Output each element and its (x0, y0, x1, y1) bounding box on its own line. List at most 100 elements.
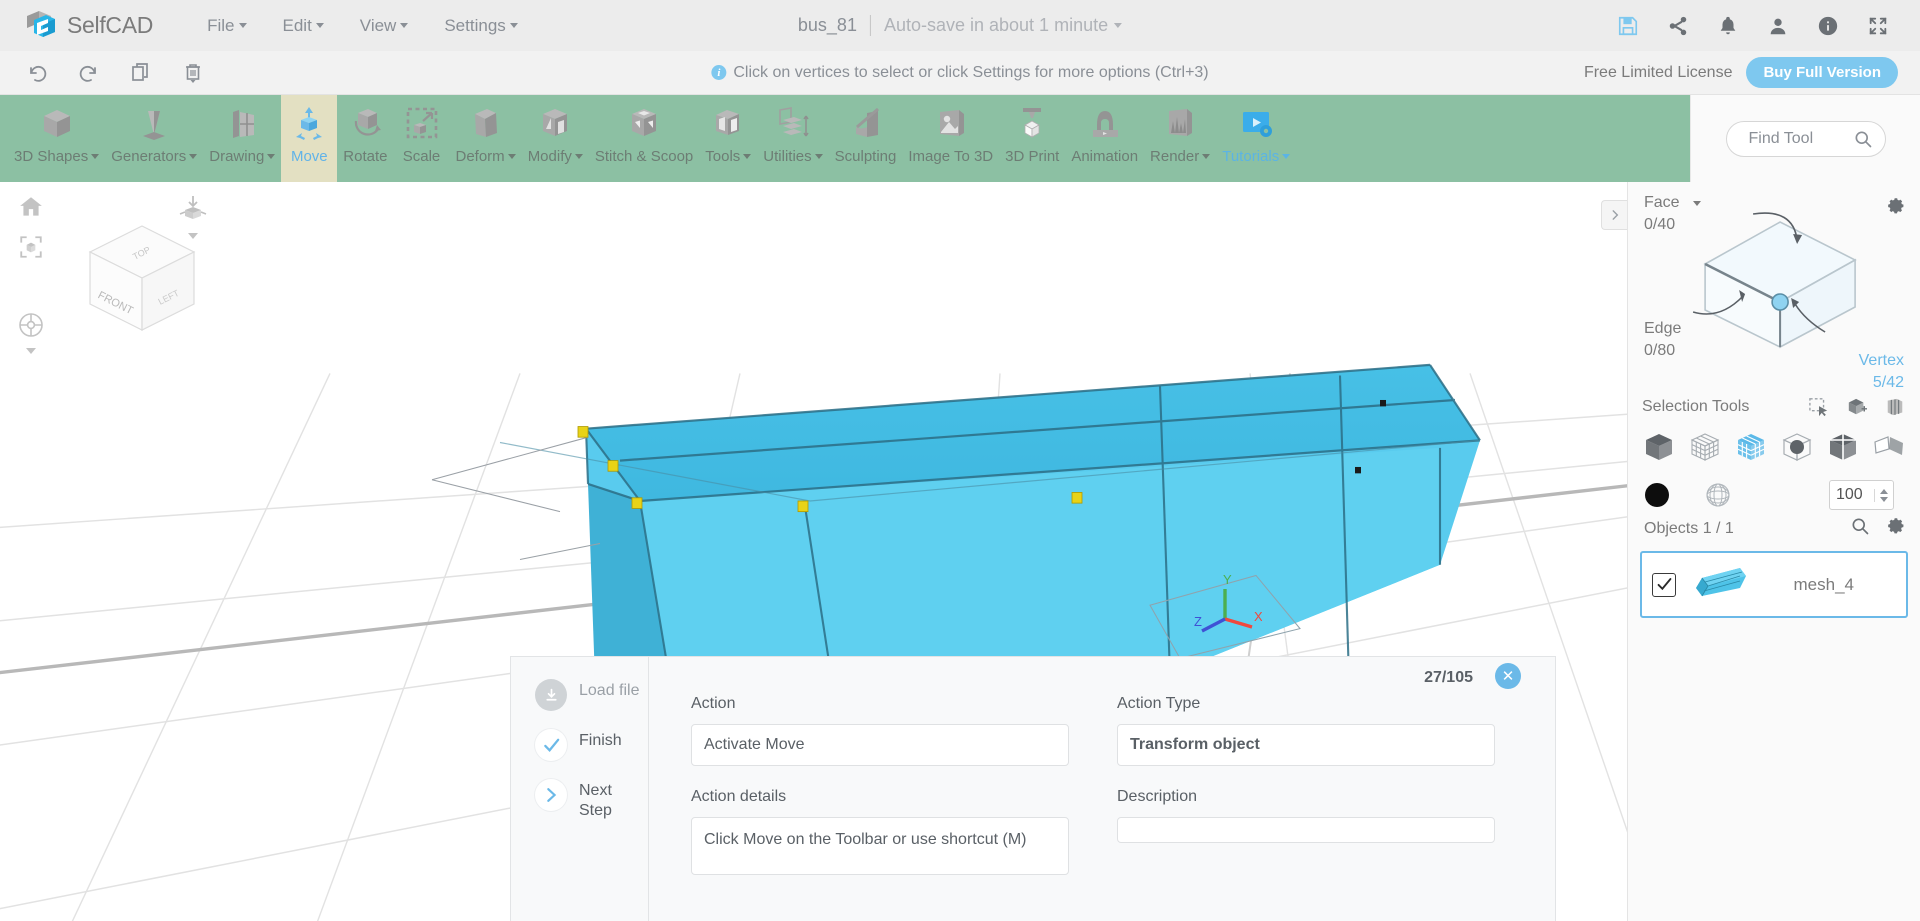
grid-cube-icon[interactable] (1734, 430, 1768, 464)
vertex-selection-info[interactable]: Vertex 5/42 (1859, 352, 1904, 392)
ribbon-item-move[interactable]: Move (281, 95, 338, 182)
copy-icon[interactable] (128, 60, 154, 86)
ribbon-item-modify[interactable]: Modify (522, 95, 589, 182)
ribbon-item-tools[interactable]: Tools (699, 95, 757, 182)
autosave-status[interactable]: Auto-save in about 1 minute (869, 15, 1123, 36)
chevron-down-icon (1282, 154, 1291, 159)
ribbon-item-utilities[interactable]: Utilities (757, 95, 828, 182)
save-icon[interactable] (1616, 14, 1640, 38)
menu-edit[interactable]: Edit (265, 12, 342, 40)
through-select-icon[interactable] (1884, 397, 1906, 417)
axis-x-label: X (1254, 609, 1262, 624)
action-type-value[interactable]: Transform object (1117, 724, 1495, 766)
chevron-down-icon[interactable] (1692, 200, 1701, 206)
brand-logo[interactable]: SelfCAD (0, 10, 153, 42)
gear-icon[interactable] (1886, 516, 1906, 541)
ribbon-item-deform[interactable]: Deform (450, 95, 522, 182)
deform-icon (465, 102, 507, 146)
face-selection-info[interactable]: Face 0/40 (1644, 194, 1701, 234)
tutorial-load-file-label: Load file (579, 682, 640, 699)
menu-view[interactable]: View (342, 12, 427, 40)
ribbon-item-stitch-scoop[interactable]: Stitch & Scoop (589, 95, 699, 182)
stepper-down-icon[interactable] (1880, 496, 1888, 502)
ribbon-item-render[interactable]: Render (1144, 95, 1216, 182)
share-icon[interactable] (1666, 14, 1690, 38)
selection-appearance-row (1642, 480, 1906, 510)
undo-icon[interactable] (24, 60, 50, 86)
search-icon[interactable] (1850, 516, 1870, 541)
generator-icon (133, 102, 175, 146)
notifications-icon[interactable] (1716, 14, 1740, 38)
panel-collapse-button[interactable] (1601, 200, 1627, 230)
rect-select-icon[interactable] (1808, 397, 1830, 417)
action-value[interactable]: Activate Move (691, 724, 1069, 766)
chevron-down-icon (315, 23, 324, 28)
sphere-texture-icon[interactable] (1703, 480, 1733, 510)
redo-icon[interactable] (76, 60, 102, 86)
info-icon[interactable] (1816, 14, 1840, 38)
ribbon-item-tutorials[interactable]: Tutorials (1216, 95, 1296, 182)
find-tool-placeholder: Find Tool (1748, 129, 1814, 147)
chevron-down-icon[interactable] (26, 348, 36, 354)
chevron-down-icon (1202, 154, 1211, 159)
wireframe-cube-icon[interactable] (1688, 430, 1722, 464)
ribbon-label: Image To 3D (908, 148, 993, 165)
object-visibility-checkbox[interactable] (1652, 572, 1676, 597)
ribbon-label: 3D Shapes (14, 148, 100, 165)
opacity-stepper[interactable] (1829, 480, 1894, 510)
move-icon (288, 102, 330, 146)
menu-file[interactable]: File (189, 12, 264, 40)
ribbon-item-3d-shapes[interactable]: 3D Shapes (8, 95, 105, 182)
ribbon-item-animation[interactable]: Animation (1065, 95, 1144, 182)
split-cube-icon[interactable] (1826, 430, 1860, 464)
description-value[interactable] (1117, 817, 1495, 843)
home-icon[interactable] (18, 194, 44, 220)
buy-full-version-button[interactable]: Buy Full Version (1746, 57, 1898, 88)
close-icon[interactable]: ✕ (1495, 663, 1521, 689)
list-item[interactable]: mesh_4 (1640, 551, 1908, 618)
stepper-up-icon[interactable] (1880, 488, 1888, 494)
selection-tools-header-icons (1808, 397, 1906, 417)
edge-selection-info[interactable]: Edge 0/80 (1644, 320, 1681, 360)
ribbon-row: 3D Shapes Generators Drawing Move Rotate… (0, 95, 1920, 182)
stitch-icon (623, 102, 665, 146)
render-icon (1159, 102, 1201, 146)
opacity-input[interactable] (1830, 486, 1874, 504)
flat-plane-icon[interactable] (1872, 430, 1906, 464)
ribbon-item-rotate[interactable]: Rotate (337, 95, 393, 182)
ribbon-item-drawing[interactable]: Drawing (203, 95, 281, 182)
autosave-text: Auto-save in about 1 minute (883, 15, 1109, 35)
sphere-in-cube-icon[interactable] (1780, 430, 1814, 464)
menu-settings[interactable]: Settings (426, 12, 535, 40)
image-to-3d-icon (930, 102, 972, 146)
account-icon[interactable] (1766, 14, 1790, 38)
solid-cube-icon[interactable] (1642, 430, 1676, 464)
orbit-icon[interactable] (16, 310, 46, 345)
ribbon-item-image-to-3d[interactable]: Image To 3D (902, 95, 999, 182)
info-icon: i (711, 65, 727, 80)
ribbon-item-3d-print[interactable]: 3D Print (999, 95, 1065, 182)
ribbon-text: 3D Shapes (14, 148, 89, 165)
ribbon-item-generators[interactable]: Generators (105, 95, 203, 182)
header-actions (1616, 14, 1920, 38)
tutorial-finish-step[interactable]: Finish (535, 729, 648, 761)
chevron-down-icon[interactable] (188, 233, 198, 239)
ribbon-item-sculpting[interactable]: Sculpting (829, 95, 903, 182)
license-label: Free Limited License (1583, 63, 1733, 81)
fit-view-icon[interactable] (18, 234, 44, 260)
tutorial-next-step[interactable]: Next Step (535, 779, 648, 820)
tutorial-load-file-step[interactable]: Load file (535, 679, 648, 711)
ribbon-text: Tools (705, 148, 741, 165)
view-preset-control (178, 194, 208, 239)
ribbon-item-scale[interactable]: Scale (394, 95, 450, 182)
ribbon-label: Tutorials (1222, 148, 1291, 165)
tutorial-finish-label: Finish (579, 732, 622, 749)
fullscreen-icon[interactable] (1866, 14, 1890, 38)
add-select-icon[interactable] (1846, 397, 1868, 417)
find-tool-search[interactable]: Find Tool (1725, 120, 1886, 157)
delete-icon[interactable] (180, 60, 206, 86)
chevron-down-icon (267, 154, 276, 159)
color-swatch[interactable] (1645, 483, 1669, 507)
view-preset-icon[interactable] (178, 194, 208, 229)
action-details-value[interactable]: Click Move on the Toolbar or use shortcu… (691, 817, 1069, 875)
